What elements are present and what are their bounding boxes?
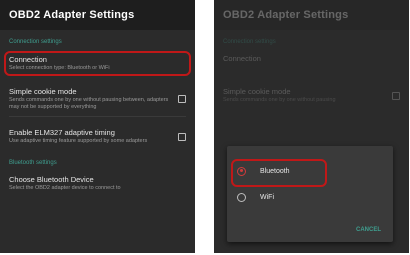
adaptive-timing-checkbox[interactable] — [178, 132, 186, 141]
cookie-mode-checkbox[interactable] — [178, 95, 186, 103]
cookie-mode-title: Simple cookie mode — [9, 87, 77, 96]
toolbar: OBD2 Adapter Settings — [0, 0, 195, 30]
connection-title: Connection — [9, 55, 47, 64]
option-bluetooth-label: Bluetooth — [260, 167, 290, 175]
option-wifi-label: WiFi — [260, 193, 274, 201]
cookie-mode-title: Simple cookie mode — [223, 87, 291, 96]
adaptive-timing-summary: Use adaptive timing feature supported by… — [9, 138, 148, 144]
cookie-mode-checkbox — [392, 91, 400, 100]
connection-type-dialog: Bluetooth WiFi CANCEL — [227, 146, 393, 242]
divider — [9, 116, 186, 117]
cookie-mode-preference: Simple cookie mode Sends commands one by… — [214, 82, 409, 109]
adaptive-timing-title: Enable ELM327 adaptive timing — [9, 128, 115, 137]
toolbar: OBD2 Adapter Settings — [214, 0, 409, 30]
cookie-mode-preference[interactable]: Simple cookie mode Sends commands one by… — [0, 82, 195, 116]
toolbar-title: OBD2 Adapter Settings — [223, 9, 349, 21]
connection-preference[interactable]: Connection Select connection type: Bluet… — [4, 51, 191, 76]
connection-summary: Select connection type: Bluetooth or WiF… — [9, 65, 110, 71]
settings-screen-right: OBD2 Adapter Settings Connection setting… — [214, 0, 409, 253]
section-header-connection: Connection settings — [223, 39, 276, 45]
cookie-mode-summary: Sends commands one by one without pausin… — [9, 97, 169, 110]
adaptive-timing-preference[interactable]: Enable ELM327 adaptive timing Use adapti… — [0, 123, 195, 150]
settings-screen-left: OBD2 Adapter Settings Connection setting… — [0, 0, 195, 253]
bluetooth-device-title: Choose Bluetooth Device — [9, 175, 94, 184]
dimmed-background: OBD2 Adapter Settings Connection setting… — [214, 0, 409, 109]
option-bluetooth[interactable]: Bluetooth — [227, 158, 393, 187]
cookie-mode-summary: Sends commands one by one without pausin… — [223, 97, 336, 103]
connection-preference: Connection — [214, 49, 409, 68]
stage: OBD2 Adapter Settings Connection setting… — [0, 0, 410, 255]
radio-unselected-icon[interactable] — [237, 192, 246, 202]
toolbar-title: OBD2 Adapter Settings — [9, 9, 135, 21]
bluetooth-device-preference[interactable]: Choose Bluetooth Device Select the OBD2 … — [0, 170, 195, 197]
connection-title: Connection — [223, 54, 261, 63]
option-wifi[interactable]: WiFi — [227, 184, 393, 210]
cancel-button[interactable]: CANCEL — [356, 227, 381, 233]
bluetooth-device-summary: Select the OBD2 adapter device to connec… — [9, 185, 121, 191]
section-header-bluetooth: Bluetooth settings — [9, 160, 57, 166]
radio-selected-icon[interactable] — [237, 166, 246, 176]
section-header-connection: Connection settings — [9, 39, 62, 45]
